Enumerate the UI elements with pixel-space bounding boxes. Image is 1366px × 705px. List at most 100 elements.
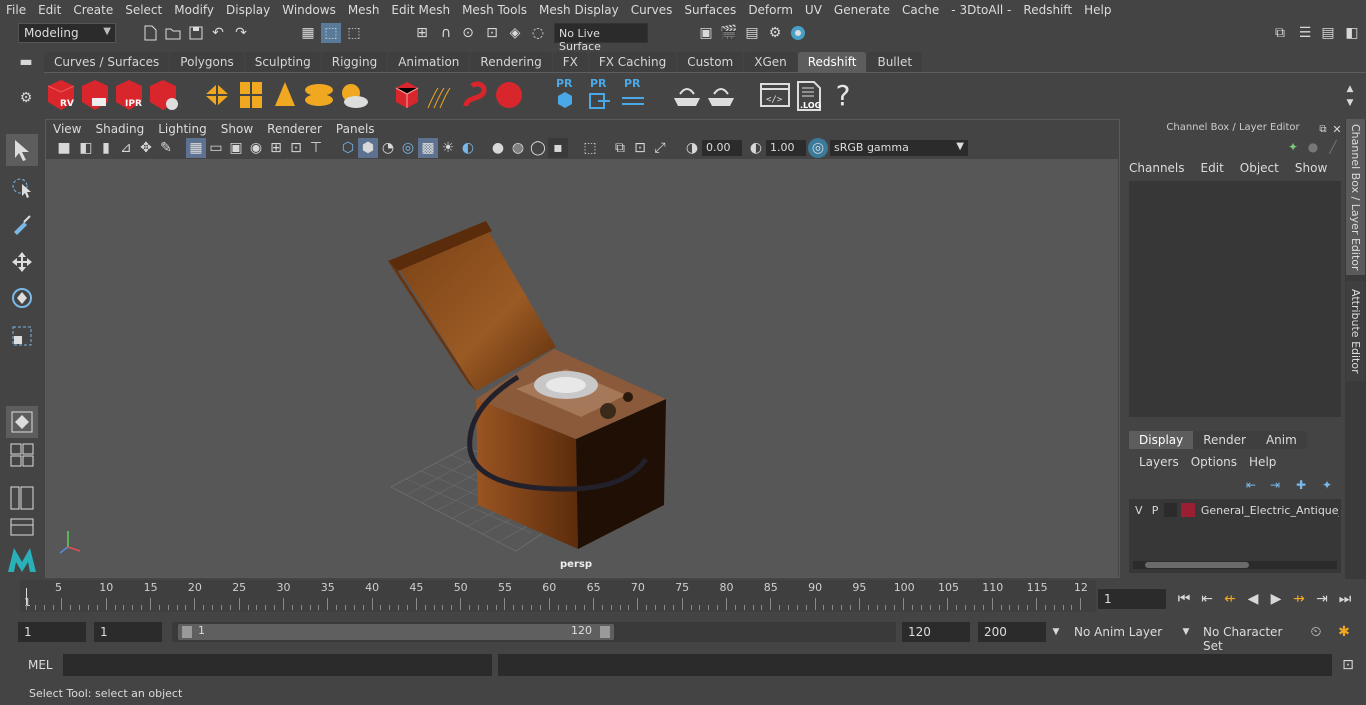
menu-modify[interactable]: Modify (168, 3, 220, 17)
snap-point-icon[interactable]: ⊙ (458, 23, 478, 43)
attribute-editor-toggle-icon[interactable]: ☰ (1295, 23, 1315, 43)
menu-deform[interactable]: Deform (742, 3, 799, 17)
shelf-settings-icon[interactable]: ⚙ (14, 88, 38, 108)
isolate-select-icon[interactable]: ⬚ (580, 138, 600, 158)
chevron-down-icon[interactable]: ▼ (1176, 622, 1196, 642)
viewport-menu-shading[interactable]: Shading (88, 122, 151, 136)
shadows-icon[interactable]: ☀ (438, 138, 458, 158)
shelf-tab-xgen[interactable]: XGen (744, 52, 797, 72)
image-plane-icon[interactable]: ⊿ (116, 138, 136, 158)
layer-name[interactable]: General_Electric_Antique_ (1201, 504, 1339, 517)
render-frame-icon[interactable]: 🎬 (719, 23, 739, 43)
workspace-icon[interactable]: ⧉ (1270, 23, 1290, 43)
menu-create[interactable]: Create (67, 3, 119, 17)
paint-select-tool-icon[interactable] (6, 208, 38, 240)
play-backwards-icon[interactable]: ◀ (1243, 589, 1263, 609)
menu-edit[interactable]: Edit (32, 3, 67, 17)
tool-settings-toggle-icon[interactable]: ▤ (1318, 23, 1338, 43)
hyper-icon[interactable]: ╱ (1323, 137, 1343, 157)
range-end-grip[interactable] (600, 626, 610, 638)
show-menu[interactable]: Show (1295, 161, 1327, 175)
menu-cache[interactable]: Cache (896, 3, 945, 17)
menu-windows[interactable]: Windows (276, 3, 342, 17)
speed-icon[interactable]: ● (1303, 137, 1323, 157)
go-to-end-icon[interactable]: ⏭ (1335, 589, 1355, 609)
move-layer-down-icon[interactable]: ⇥ (1265, 475, 1285, 495)
grease-pencil-icon[interactable]: ✎ (156, 138, 176, 158)
layer-visibility-toggle[interactable]: V (1131, 504, 1146, 517)
redshift-light-button[interactable] (200, 77, 234, 113)
textured-icon[interactable]: ◎ (398, 138, 418, 158)
layer-row[interactable]: V P General_Electric_Antique_ (1131, 501, 1339, 519)
select-hierarchy-icon[interactable]: ▦ (298, 23, 318, 43)
manipulator-icon[interactable]: ✦ (1283, 137, 1303, 157)
snap-grid-icon[interactable]: ⊞ (412, 23, 432, 43)
select-tool-icon[interactable] (6, 134, 38, 166)
lasso-tool-icon[interactable] (6, 172, 38, 204)
channel-box-toggle-icon[interactable]: ◧ (1342, 23, 1362, 43)
snap-curve-icon[interactable]: ∩ (436, 23, 456, 43)
redshift-script-button[interactable]: </> (758, 77, 792, 113)
layer-tab-anim[interactable]: Anim (1255, 431, 1307, 449)
resolution-gate-icon[interactable]: ▣ (226, 138, 246, 158)
shelf-tab-redshift[interactable]: Redshift (797, 52, 867, 72)
auto-key-icon[interactable]: ⏲ (1306, 622, 1326, 642)
motion-blur-icon[interactable]: ● (488, 138, 508, 158)
play-forwards-icon[interactable]: ▶ (1266, 589, 1286, 609)
shelf-tab-custom[interactable]: Custom (677, 52, 744, 72)
color-management-icon[interactable]: ◎ (808, 138, 828, 158)
redshift-hair-button[interactable] (424, 77, 458, 113)
layer-color-swatch[interactable] (1181, 503, 1195, 517)
move-layer-up-icon[interactable]: ⇤ (1241, 475, 1261, 495)
render-view-icon[interactable]: ▣ (696, 23, 716, 43)
bookmark-icon[interactable]: ▮ (96, 138, 116, 158)
open-scene-icon[interactable] (163, 23, 183, 43)
exposure-icon[interactable]: ◑ (682, 138, 702, 158)
live-surface-field[interactable]: No Live Surface (554, 23, 648, 53)
shelf-tab-rendering[interactable]: Rendering (470, 52, 552, 72)
side-tab-channel-box[interactable]: Channel Box / Layer Editor (1346, 119, 1365, 275)
redshift-bake-settings-button[interactable] (704, 77, 738, 113)
single-perspective-layout-icon[interactable] (6, 442, 38, 468)
object-menu[interactable]: Object (1240, 161, 1279, 175)
current-frame-field[interactable]: 1 (1098, 589, 1166, 609)
smooth-shade-icon[interactable]: ⬢ (358, 138, 378, 158)
menu-mesh-tools[interactable]: Mesh Tools (456, 3, 533, 17)
time-slider[interactable]: 1 5 10 15 20 25 30 35 40 45 50 55 60 65 70 75 80 85 90 95 1… (20, 580, 1096, 612)
edit-menu[interactable]: Edit (1201, 161, 1224, 175)
shelf-tab-polygons[interactable]: Polygons (170, 52, 244, 72)
menu-edit-mesh[interactable]: Edit Mesh (385, 3, 456, 17)
ipr-render-icon[interactable]: ▤ (742, 23, 762, 43)
character-set-select[interactable]: No Character Set (1197, 622, 1299, 653)
gamma-icon[interactable]: ◐ (746, 138, 766, 158)
layer-tab-display[interactable]: Display (1129, 431, 1194, 449)
redshift-render-view-button[interactable]: RV (44, 77, 78, 113)
safe-action-icon[interactable]: ⊡ (286, 138, 306, 158)
mode-selector[interactable]: Modeling ▼ (18, 23, 116, 43)
frame-all-icon[interactable]: ⤢ (650, 138, 670, 158)
redshift-render-settings-button[interactable] (146, 77, 180, 113)
options-menu[interactable]: Options (1191, 455, 1237, 469)
animation-preferences-icon[interactable]: ✱ (1334, 622, 1354, 642)
menu-file[interactable]: File (0, 3, 32, 17)
redshift-proxy-button[interactable] (390, 77, 424, 113)
side-tab-attribute-editor[interactable]: Attribute Editor (1346, 281, 1365, 381)
script-editor-icon[interactable]: ⊡ (1338, 655, 1358, 675)
new-scene-icon[interactable] (140, 23, 160, 43)
menu-mesh[interactable]: Mesh (342, 3, 386, 17)
step-forward-key-icon[interactable]: ⇸ (1289, 589, 1309, 609)
shelf-tab-sculpting[interactable]: Sculpting (244, 52, 321, 72)
redshift-help-button[interactable]: ? (826, 77, 860, 113)
menu-uv[interactable]: UV (799, 3, 828, 17)
help-menu[interactable]: Help (1249, 455, 1276, 469)
grid-toggle-icon[interactable]: ▦ (186, 138, 206, 158)
channel-list[interactable] (1129, 181, 1341, 417)
viewport-menu-renderer[interactable]: Renderer (260, 122, 329, 136)
shelf-tab-fx[interactable]: FX (552, 52, 588, 72)
snap-together-icon[interactable] (6, 406, 38, 438)
camera-select-icon[interactable]: ■ (54, 138, 74, 158)
field-chart-icon[interactable]: ⊞ (266, 138, 286, 158)
redshift-pr-swap-button[interactable]: PR (616, 77, 650, 113)
redshift-ies-light-button[interactable] (302, 77, 336, 113)
close-icon[interactable]: ✕ (1327, 119, 1347, 139)
